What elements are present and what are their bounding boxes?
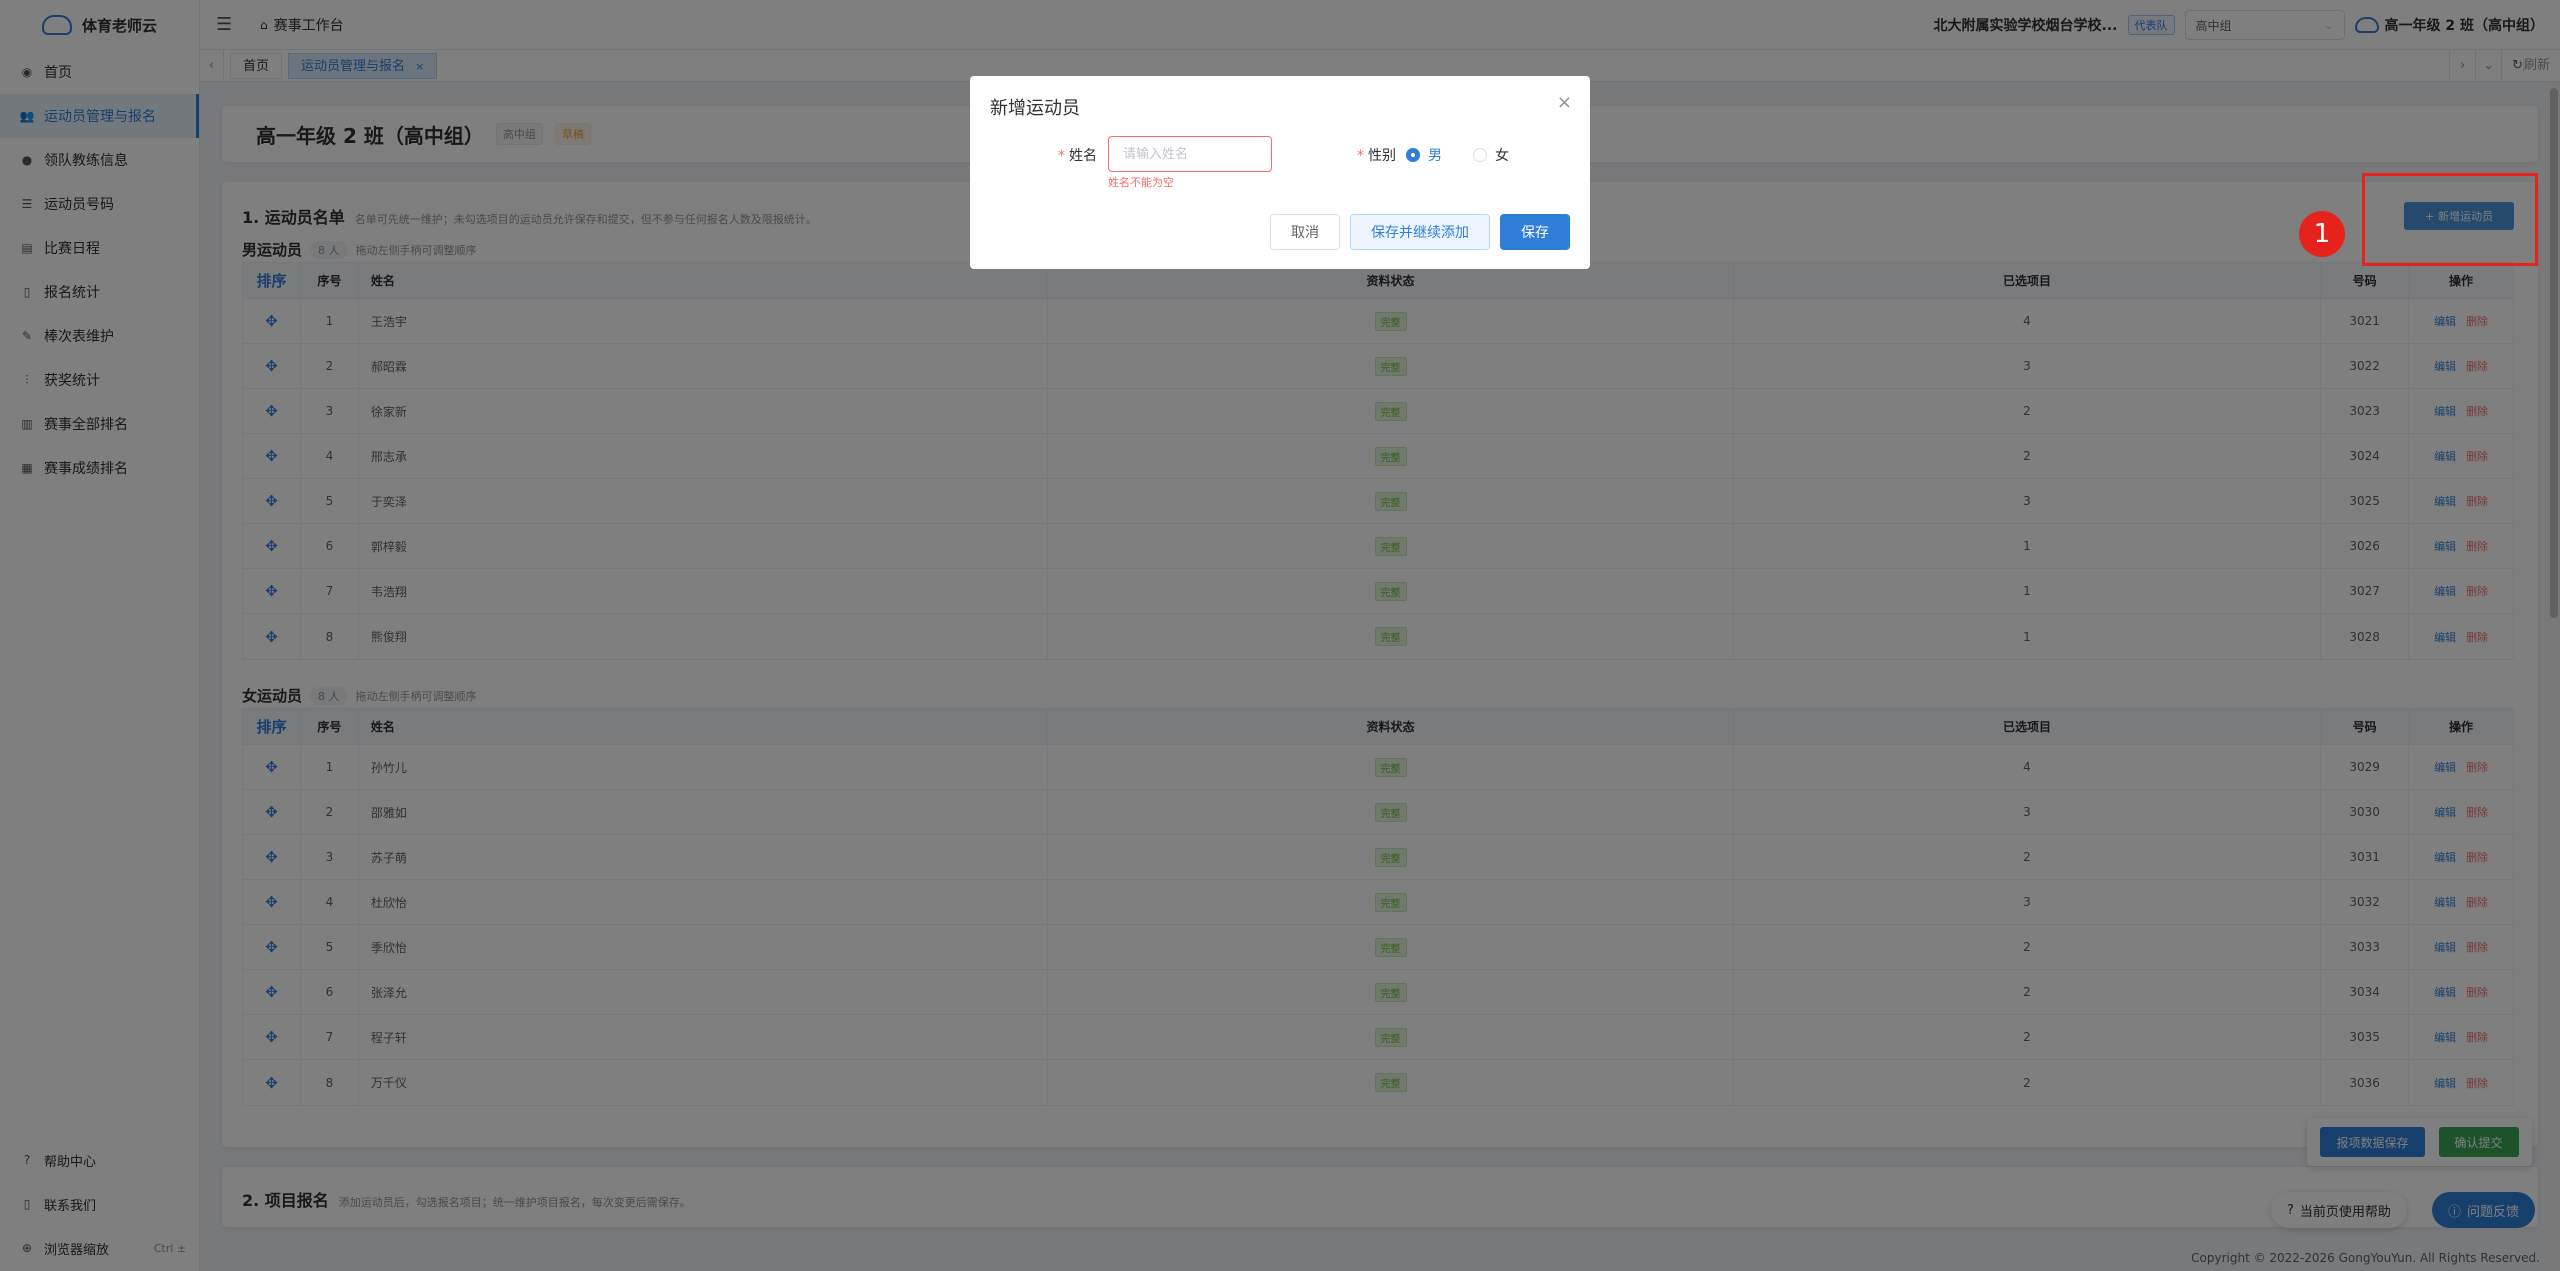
save-and-continue-button[interactable]: 保存并继续添加: [1350, 214, 1490, 250]
dialog-title: 新增运动员: [990, 98, 1080, 119]
gender-radio-female[interactable]: 女: [1473, 145, 1509, 165]
name-error: 姓名不能为空: [1108, 176, 1174, 189]
radio-checked-icon: [1406, 148, 1420, 162]
add-athlete-dialog: 新增运动员 × *姓名 姓名不能为空 *性别 男 女 取消 保存并继续添加 保存: [970, 76, 1590, 269]
cancel-button[interactable]: 取消: [1270, 214, 1340, 250]
save-button[interactable]: 保存: [1500, 214, 1570, 250]
close-icon[interactable]: ×: [1557, 92, 1572, 113]
annotation-highlight-box: [2362, 173, 2538, 266]
radio-unchecked-icon: [1473, 148, 1487, 162]
gender-radio-male[interactable]: 男: [1406, 145, 1442, 165]
gender-label: * 性别: [1357, 148, 1396, 164]
name-input[interactable]: [1108, 136, 1272, 172]
annotation-number: 1: [2299, 211, 2345, 257]
name-label: * 姓名: [1058, 148, 1097, 164]
